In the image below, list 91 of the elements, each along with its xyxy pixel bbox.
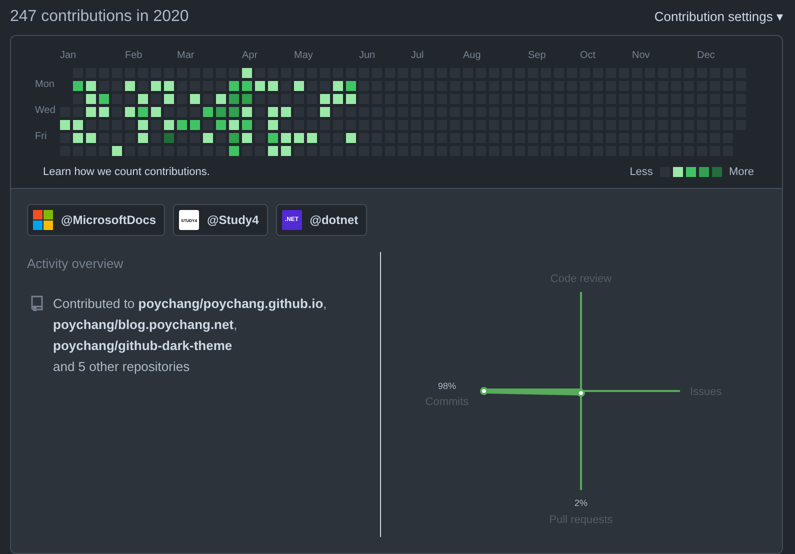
month-label: Oct: [580, 50, 596, 61]
contribution-day-cell[interactable]: [333, 94, 343, 104]
contribution-day-cell[interactable]: [164, 120, 174, 130]
contribution-day-cell[interactable]: [281, 133, 291, 143]
contribution-day-cell[interactable]: [320, 107, 330, 117]
contribution-day-cell[interactable]: [151, 81, 161, 91]
contribution-day-cell[interactable]: [242, 94, 252, 104]
contribution-day-cell[interactable]: [190, 120, 200, 130]
month-label: Jan: [60, 50, 76, 61]
month-label: Jun: [359, 50, 376, 61]
month-label: Feb: [125, 50, 142, 61]
contribution-day-cell[interactable]: [229, 120, 239, 130]
month-label: Dec: [697, 50, 715, 61]
percentage-label: 2%: [574, 498, 588, 508]
contribution-day-cell[interactable]: [99, 107, 109, 117]
data-point-marker: [577, 388, 585, 397]
percentage-label: 98%: [438, 381, 456, 391]
day-label: Mon: [35, 79, 54, 90]
contribution-day-cell[interactable]: [73, 81, 83, 91]
contribution-day-cell[interactable]: [164, 94, 174, 104]
contribution-day-cell[interactable]: [229, 107, 239, 117]
month-label: May: [294, 50, 313, 61]
contribution-day-cell[interactable]: [203, 133, 213, 143]
contribution-day-cell[interactable]: [60, 120, 70, 130]
contribution-day-cell[interactable]: [138, 94, 148, 104]
month-label: Mar: [177, 50, 194, 61]
legend-less: Less: [630, 166, 653, 178]
contribution-day-cell[interactable]: [333, 81, 343, 91]
contribution-day-cell[interactable]: [190, 94, 200, 104]
contribution-day-cell[interactable]: [229, 133, 239, 143]
month-label: Jul: [411, 50, 424, 61]
contribution-day-cell[interactable]: [242, 107, 252, 117]
contribution-day-cell[interactable]: [242, 133, 252, 143]
contribution-settings-button[interactable]: Contribution settings ▾: [654, 8, 783, 24]
contribution-day-cell[interactable]: [268, 107, 278, 117]
repository-icon: [29, 295, 45, 311]
contribution-day-cell[interactable]: [112, 146, 122, 156]
contribution-day-cell[interactable]: [73, 133, 83, 143]
contribution-day-cell[interactable]: [86, 107, 96, 117]
contribution-day-cell[interactable]: [138, 133, 148, 143]
day-label: Fri: [35, 131, 47, 142]
contribution-day-cell[interactable]: [138, 120, 148, 130]
contribution-day-cell[interactable]: [242, 120, 252, 130]
contribution-day-cell[interactable]: [255, 81, 265, 91]
contribution-day-cell[interactable]: [346, 133, 356, 143]
contribution-day-cell[interactable]: [177, 120, 187, 130]
contribution-day-cell[interactable]: [99, 94, 109, 104]
contribution-day-cell[interactable]: [229, 94, 239, 104]
contribution-day-cell[interactable]: [307, 133, 317, 143]
contribution-day-cell[interactable]: [268, 81, 278, 91]
learn-link[interactable]: Learn how we count contributions.: [43, 166, 210, 178]
day-label: Wed: [35, 105, 56, 116]
activity-overview-heading: Activity overview: [27, 256, 124, 271]
contribution-day-cell[interactable]: [125, 81, 135, 91]
contribution-day-cell[interactable]: [164, 133, 174, 143]
contribution-day-cell[interactable]: [268, 133, 278, 143]
contributions-title: 247 contributions in 2020: [10, 8, 189, 26]
contribution-day-cell[interactable]: [216, 120, 226, 130]
contributed-repositories-text: Contributed to poychang/poychang.github.io, poychang/blog.poychang.net, poychang/github-dark-theme and 5 other repositories: [53, 295, 327, 376]
contribution-day-cell[interactable]: [86, 133, 96, 143]
contribution-day-cell[interactable]: [164, 81, 174, 91]
four-squares-logo-icon: [33, 210, 53, 230]
month-label: Sep: [528, 50, 546, 61]
contribution-day-cell[interactable]: [151, 107, 161, 117]
contribution-day-cell[interactable]: [294, 81, 304, 91]
contribution-day-cell[interactable]: [86, 94, 96, 104]
contribution-day-cell[interactable]: [229, 146, 239, 156]
contribution-day-cell[interactable]: [86, 81, 96, 91]
organization-button[interactable]: @MicrosoftDocs: [27, 204, 166, 236]
month-label: Nov: [632, 50, 650, 61]
contribution-day-cell[interactable]: [216, 107, 226, 117]
contribution-day-cell[interactable]: [242, 68, 252, 78]
contribution-day-cell[interactable]: [138, 107, 148, 117]
data-point-marker: [480, 387, 488, 395]
contribution-day-cell[interactable]: [268, 146, 278, 156]
contribution-day-cell[interactable]: [216, 94, 226, 104]
contribution-day-cell[interactable]: [320, 94, 330, 104]
contribution-day-cell[interactable]: [203, 107, 213, 117]
contribution-day-cell[interactable]: [346, 81, 356, 91]
legend-more: More: [728, 166, 754, 178]
contribution-day-cell[interactable]: [125, 107, 135, 117]
contribution-day-cell[interactable]: [281, 146, 291, 156]
month-label: Apr: [242, 50, 258, 61]
contribution-day-cell[interactable]: [229, 81, 239, 91]
contribution-day-cell[interactable]: [294, 133, 304, 143]
contribution-day-cell[interactable]: [346, 94, 356, 104]
month-label: Aug: [463, 50, 481, 61]
contribution-day-cell[interactable]: [73, 120, 83, 130]
contribution-day-cell[interactable]: [281, 107, 291, 117]
contribution-day-cell[interactable]: [268, 120, 278, 130]
contribution-day-cell[interactable]: [242, 81, 252, 91]
